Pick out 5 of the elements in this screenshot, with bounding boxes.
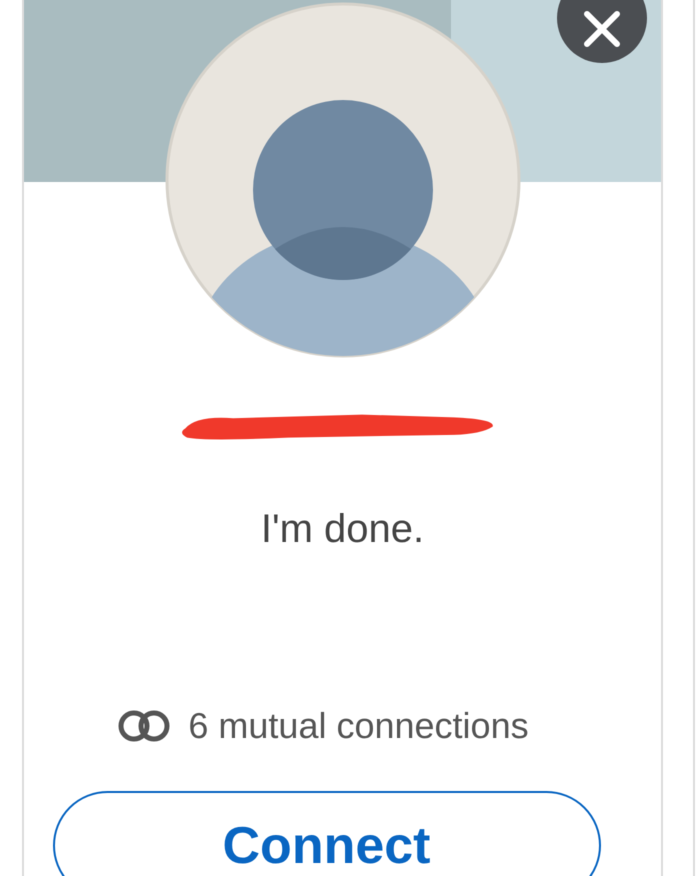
close-icon [582, 9, 622, 49]
profile-headline: I'm done. [260, 506, 424, 554]
connect-button[interactable]: Connect [52, 791, 600, 876]
mutual-connections: 6 mutual connections [188, 704, 529, 748]
avatar-icon [162, 0, 522, 360]
